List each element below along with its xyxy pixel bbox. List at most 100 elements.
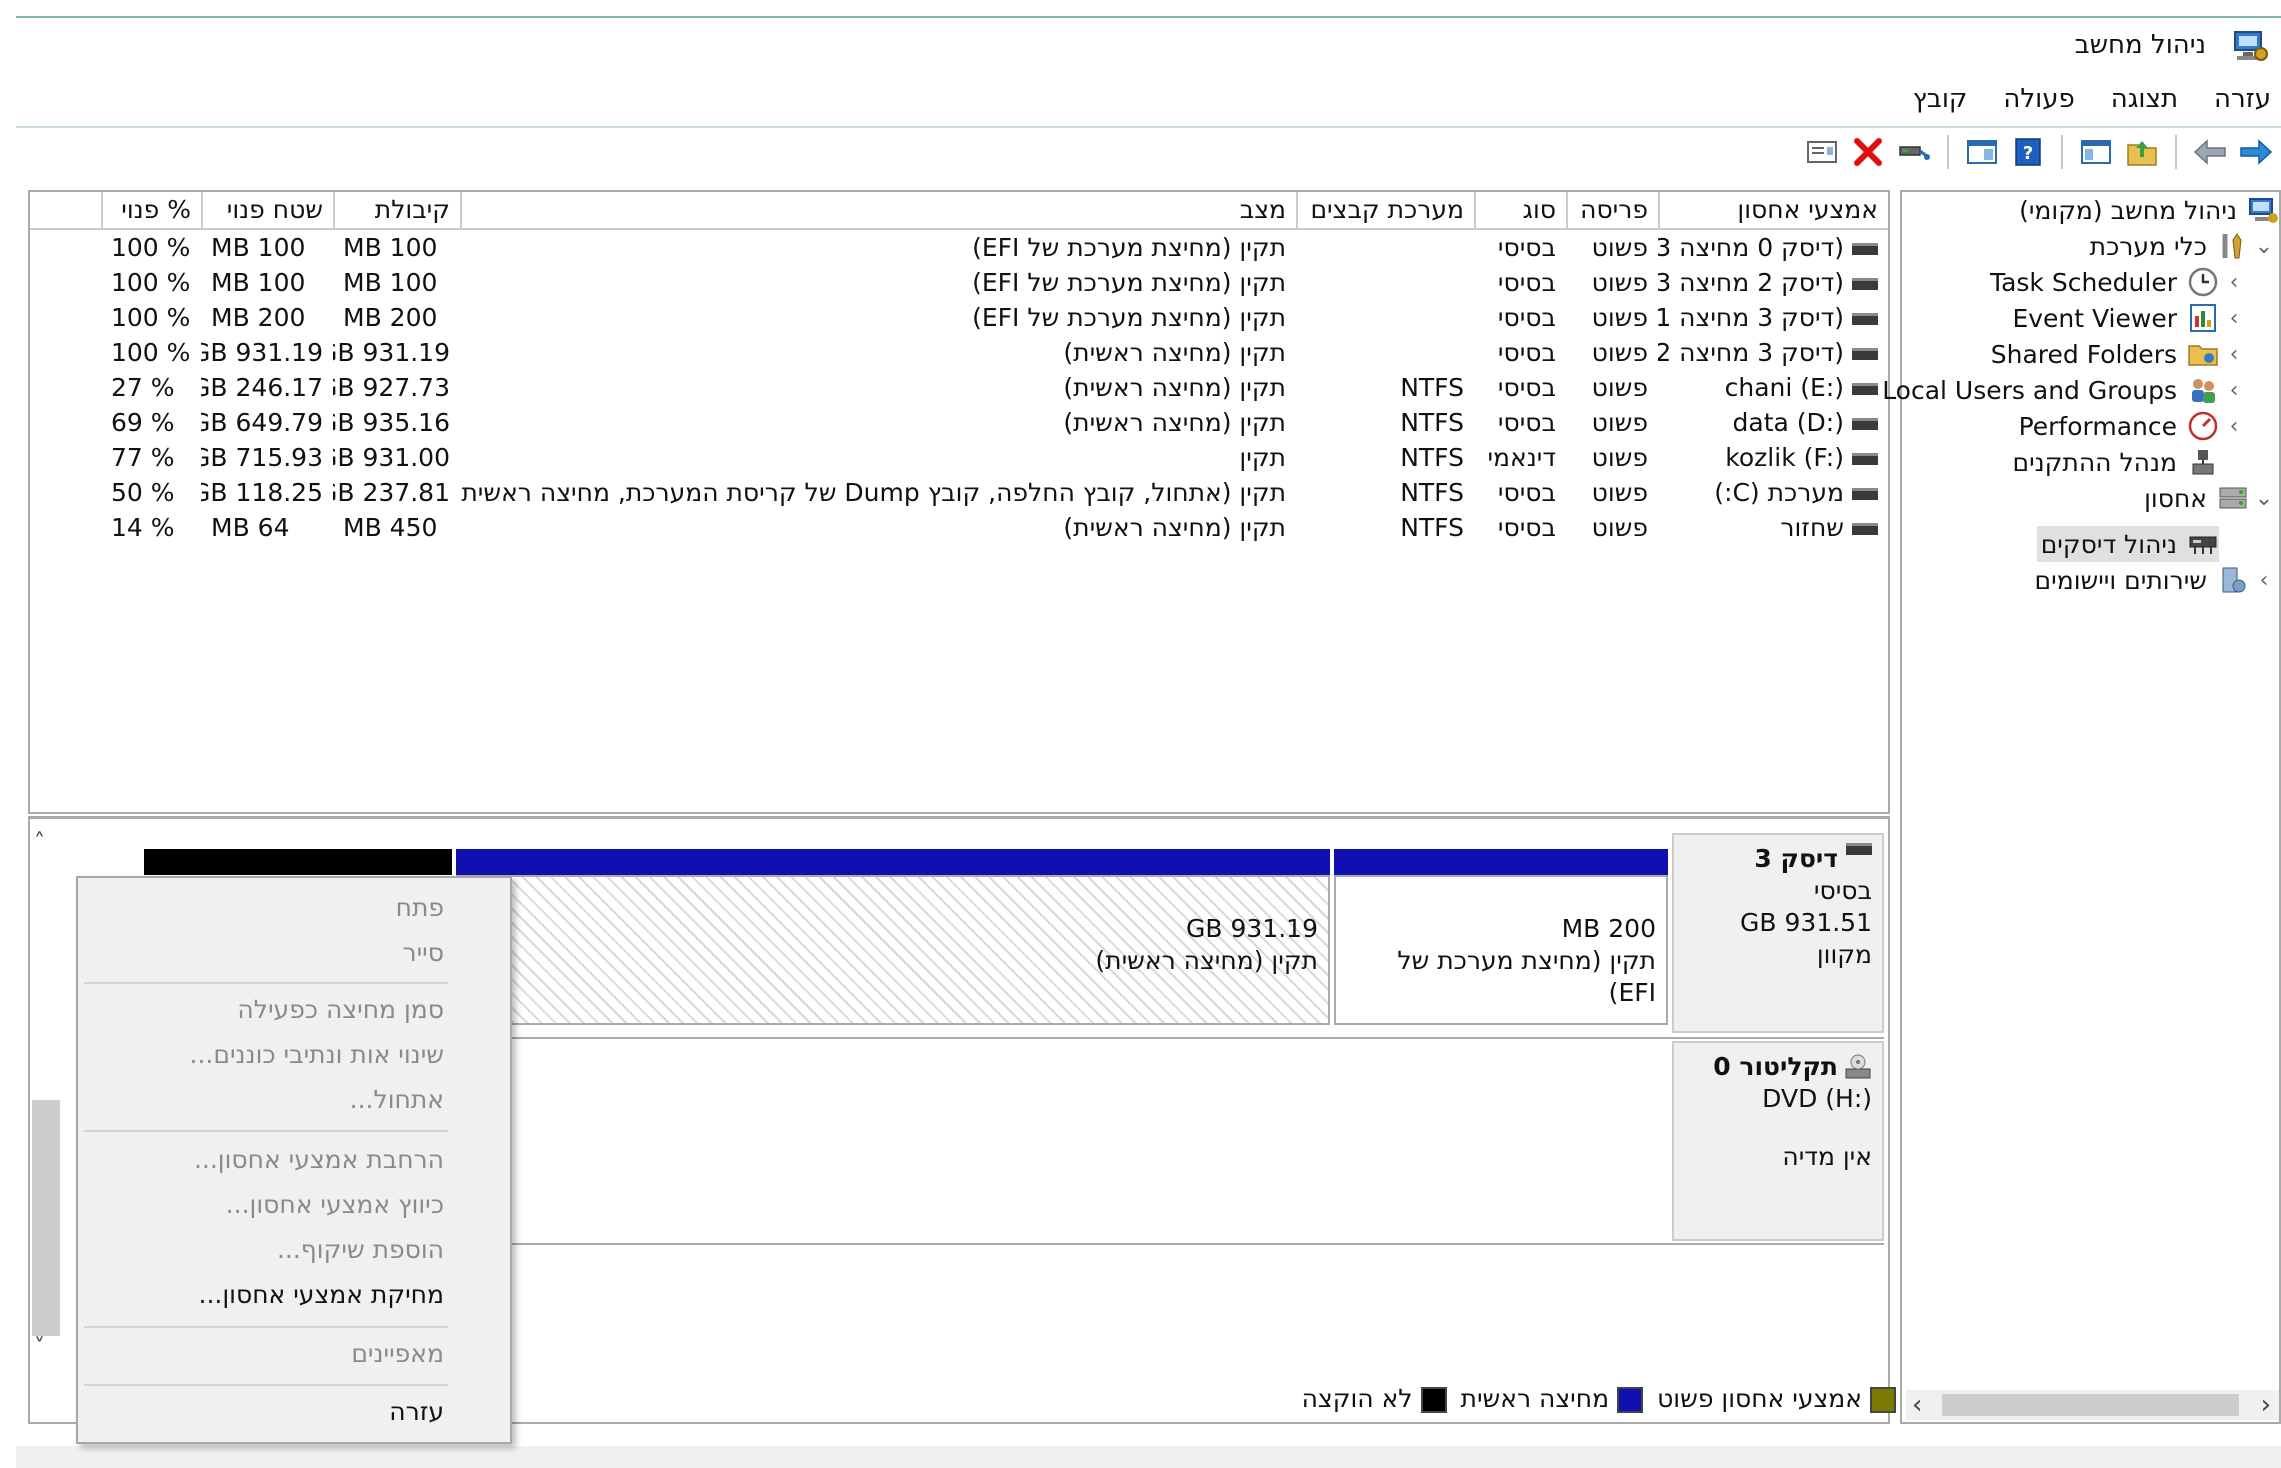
disk3-label[interactable]: דיסק 3 בסיסי GB 931.51 מקוון xyxy=(1672,833,1884,1033)
scroll-left-arrow-icon[interactable]: ‹ xyxy=(1912,1390,1922,1420)
disk3-partition-efi[interactable]: MB 200 תקין (מחיצת מערכת של EFI) xyxy=(1334,875,1668,1025)
table-cell-type: דינאמי xyxy=(1487,443,1556,472)
console-tree-icon[interactable] xyxy=(2077,133,2115,171)
table-cell-pct: % 100 xyxy=(111,233,191,262)
cdrom0-state: אין מדיה xyxy=(1782,1142,1872,1171)
table-row[interactable]: שחזור פשוט בסיסי NTFS תקין (מחיצה ראשית) MB 4… xyxy=(30,510,1888,545)
menu-item-change-drive-letter[interactable]: שינוי אות ונתיבי כוננים... xyxy=(190,1035,444,1075)
menu-item-add-mirror[interactable]: הוספת שיקוף... xyxy=(277,1230,444,1270)
chevron-left-icon[interactable]: ‹ xyxy=(2219,342,2249,367)
col-header-status[interactable]: מצב xyxy=(460,192,1296,228)
tree-item-event-viewer[interactable]: ‹ Event Viewer xyxy=(2008,300,2249,336)
chevron-down-icon[interactable]: ⌄ xyxy=(2249,486,2279,511)
menu-view[interactable]: תצוגה xyxy=(2111,84,2178,122)
folder-up-icon[interactable] xyxy=(2123,133,2161,171)
tree-item-storage[interactable]: ⌄ אחסון xyxy=(2140,480,2279,516)
volume-name: chani (E:) xyxy=(1724,373,1844,402)
menu-item-help[interactable]: עזרה xyxy=(389,1392,444,1432)
disk3-part2-size: GB 931.19 xyxy=(1186,914,1318,943)
menu-item-explore[interactable]: סייר xyxy=(402,933,444,973)
table-cell-status: תקין (מחיצה ראשית) xyxy=(1063,373,1286,402)
chevron-left-icon[interactable]: ‹ xyxy=(2219,270,2249,295)
scroll-right-arrow-icon[interactable]: › xyxy=(2261,1390,2271,1420)
table-row[interactable]: (דיסק 2 מחיצה 3) פשוט בסיסי תקין (מחיצת מער… xyxy=(30,265,1888,300)
table-row[interactable]: data (D:) פשוט בסיסי NTFS תקין (מחיצה ראשית)… xyxy=(30,405,1888,440)
tree-item-performance[interactable]: ‹ Performance xyxy=(2015,408,2249,444)
tree-item-task-scheduler[interactable]: ‹ Task Scheduler xyxy=(1986,264,2249,300)
chevron-left-icon[interactable]: ‹ xyxy=(2219,378,2249,403)
table-row[interactable]: (דיסק 3 מחיצה 1) פשוט בסיסי תקין (מחיצת מער… xyxy=(30,300,1888,335)
chevron-left-icon[interactable]: ‹ xyxy=(2219,306,2249,331)
table-row[interactable]: (דיסק 0 מחיצה 3) פשוט בסיסי תקין (מחיצת מער… xyxy=(30,230,1888,265)
table-cell-type: בסיסי xyxy=(1497,233,1556,262)
table-cell-layout: פשוט xyxy=(1591,303,1648,332)
col-header-free[interactable]: שטח פנוי xyxy=(201,192,333,228)
menu-item-delete-volume[interactable]: מחיקת אמצעי אחסון... xyxy=(199,1275,444,1315)
disk3-name-line: דיסק 3 xyxy=(1684,843,1872,875)
tree-item-root[interactable]: ניהול מחשב (מקומי) xyxy=(2015,192,2279,228)
table-cell-layout: פשוט xyxy=(1591,233,1648,262)
col-header-volume[interactable]: אמצעי אחסון xyxy=(1658,192,1888,228)
chevron-down-icon[interactable]: ⌄ xyxy=(2249,234,2279,259)
forward-arrow-icon[interactable] xyxy=(2237,133,2275,171)
menu-item-mark-active[interactable]: סמן מחיצה כפעילה xyxy=(237,990,444,1030)
tree-item-system-tools[interactable]: ⌄ כלי מערכת xyxy=(2086,228,2279,264)
col-header-type[interactable]: סוג xyxy=(1474,192,1566,228)
menu-file[interactable]: קובץ xyxy=(1913,84,1968,122)
table-row[interactable]: מערכת (C:) פשוט בסיסי NTFS תקין (אתחול, קובץ… xyxy=(30,475,1888,510)
col-header-layout[interactable]: פריסה xyxy=(1566,192,1658,228)
table-cell-type: בסיסי xyxy=(1497,478,1556,507)
menu-item-open[interactable]: פתח xyxy=(396,888,444,928)
chevron-left-icon[interactable]: ‹ xyxy=(2249,568,2279,593)
toolbar-separator xyxy=(2175,135,2177,169)
help-icon[interactable]: ? xyxy=(2009,133,2047,171)
disk-map-scroll-thumb[interactable] xyxy=(32,1100,60,1336)
tree-item-shared-folders[interactable]: ‹ Shared Folders xyxy=(1987,336,2249,372)
table-cell-status: תקין (אתחול, קובץ החלפה, קובץ Dump של קר… xyxy=(460,478,1286,507)
back-arrow-icon[interactable] xyxy=(2191,133,2229,171)
tree-item-services[interactable]: ‹ שירותים ויישומים xyxy=(2031,562,2279,598)
scroll-up-arrow-icon[interactable]: ˄ xyxy=(34,830,45,855)
tree-item-disk-management[interactable]: ניהול דיסקים xyxy=(2036,526,2219,562)
scroll-down-arrow-icon[interactable]: ˅ xyxy=(34,1335,45,1360)
properties-icon[interactable] xyxy=(1803,133,1841,171)
tree-item-device-manager[interactable]: מנהל ההתקנים xyxy=(2008,444,2219,480)
table-cell-capacity: MB 200 xyxy=(343,303,438,332)
menu-item-extend-volume[interactable]: הרחבת אמצעי אחסון... xyxy=(194,1140,444,1180)
connect-disk-icon[interactable] xyxy=(1895,133,1933,171)
table-row[interactable]: chani (E:) פשוט בסיסי NTFS תקין (מחיצה ראשית… xyxy=(30,370,1888,405)
cdrom0-name-line: תקליטור 0 xyxy=(1684,1051,1872,1083)
tree-item-local-users[interactable]: ‹ Local Users and Groups xyxy=(1878,372,2249,408)
computer-management-icon xyxy=(2231,26,2269,64)
tree-horizontal-scrollbar[interactable]: ‹ › xyxy=(1906,1390,2279,1420)
table-row[interactable]: (דיסק 3 מחיצה 2) פשוט בסיסי תקין (מחיצה ראש… xyxy=(30,335,1888,370)
properties-view-icon[interactable] xyxy=(1963,133,2001,171)
disk3-partition-primary[interactable]: GB 931.19 תקין (מחיצה ראשית) xyxy=(456,875,1330,1025)
table-cell-fs xyxy=(1296,300,1474,335)
volume-name: (דיסק 3 מחיצה 2) xyxy=(1658,338,1844,367)
disk-map-vertical-scrollbar[interactable]: ˄ ˅ xyxy=(30,830,60,1360)
menu-help[interactable]: עזרה xyxy=(2214,84,2271,122)
table-cell-fs: NTFS xyxy=(1400,408,1464,437)
menu-action[interactable]: פעולה xyxy=(2003,84,2074,122)
table-cell-layout: פשוט xyxy=(1591,268,1648,297)
tree-label-root: ניהול מחשב (מקומי) xyxy=(2019,195,2237,225)
table-cell-capacity: GB 927.73 xyxy=(333,373,450,402)
menu-item-shrink-volume[interactable]: כיווץ אמצעי אחסון... xyxy=(226,1185,444,1225)
tree-scroll-thumb[interactable] xyxy=(1942,1394,2239,1416)
col-header-filesystem[interactable]: מערכת קבצים xyxy=(1296,192,1474,228)
col-header-capacity[interactable]: קיבולת xyxy=(333,192,460,228)
menu-item-properties[interactable]: מאפיינים xyxy=(351,1334,444,1374)
table-row[interactable]: kozlik (F:) פשוט דינאמי NTFS תקין GB 931.00 GB… xyxy=(30,440,1888,475)
table-cell-capacity: GB 935.16 xyxy=(333,408,450,437)
table-cell-volume: (דיסק 3 מחיצה 2) xyxy=(1658,335,1888,370)
menu-item-format[interactable]: אתחול... xyxy=(350,1080,444,1120)
chevron-left-icon[interactable]: ‹ xyxy=(2219,414,2249,439)
table-cell-layout: פשוט xyxy=(1591,513,1648,542)
delete-x-icon[interactable] xyxy=(1849,133,1887,171)
cdrom0-label[interactable]: תקליטור 0 DVD (H:) אין מדיה xyxy=(1672,1041,1884,1241)
col-header-pct-free[interactable]: % פנוי xyxy=(101,192,201,228)
table-cell-free: MB 64 xyxy=(211,513,290,542)
toolbar: ? xyxy=(1803,132,2275,172)
legend-label-unallocated: לא הוקצה xyxy=(1301,1384,1413,1413)
